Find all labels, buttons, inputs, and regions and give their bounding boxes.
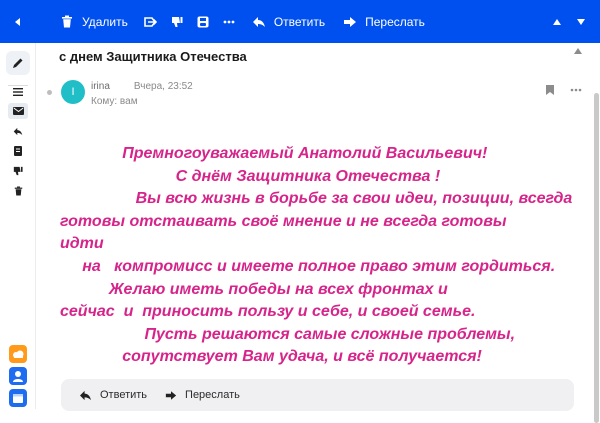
envelope-icon — [12, 107, 24, 115]
reply-arrow-icon — [250, 13, 268, 31]
reply-bar: Ответить Переслать — [61, 379, 574, 411]
toolbar-nav — [552, 0, 600, 43]
avatar[interactable]: I — [61, 80, 85, 104]
delete-label: Удалить — [82, 14, 128, 29]
arrow-up-icon — [553, 18, 561, 25]
message-date: Вчера, 23:52 — [133, 81, 193, 92]
body-line: идти — [60, 235, 104, 253]
scrollbar-thumb[interactable] — [594, 93, 599, 423]
unread-indicator[interactable] — [47, 90, 52, 95]
body-line: готовы отстаивать своё мнение и не всегд… — [60, 212, 507, 230]
rail-archive-button[interactable] — [8, 143, 28, 159]
menu-icon — [13, 88, 23, 96]
archive-button[interactable] — [194, 0, 212, 43]
reply-arrow-icon — [13, 127, 23, 135]
body-line: сопутствует Вам удача, и всё получается! — [60, 348, 482, 366]
spam-button[interactable] — [168, 0, 186, 43]
subject-actions — [574, 48, 582, 54]
recipient-line: Кому: вам — [91, 96, 138, 107]
body-line: Премногоуважаемый Анатолий Васильевич! — [60, 145, 488, 162]
message-body: Премногоуважаемый Анатолий Васильевич! С… — [60, 143, 580, 369]
sender-line: irina Вчера, 23:52 — [91, 81, 193, 92]
rail-spam-button[interactable] — [8, 163, 28, 179]
thumb-down-icon — [168, 13, 186, 31]
reply-label: Ответить — [273, 14, 326, 29]
scrollbar[interactable] — [592, 43, 600, 423]
move-button[interactable] — [142, 0, 160, 43]
more-button[interactable] — [220, 0, 238, 43]
left-rail — [0, 43, 36, 409]
forward-arrow-icon — [341, 13, 359, 31]
message-actions — [546, 85, 582, 95]
pencil-icon — [13, 58, 23, 68]
reply-bar-reply-button[interactable]: Ответить — [79, 389, 147, 401]
next-message-button[interactable] — [576, 0, 586, 43]
reply-bar-forward-label: Переслать — [185, 389, 240, 401]
document-icon — [14, 146, 22, 156]
reply-arrow-icon — [80, 390, 91, 400]
sender-name[interactable]: irina — [91, 81, 110, 92]
trash-icon — [14, 186, 22, 196]
trash-icon — [58, 13, 76, 31]
cloud-app-icon[interactable] — [9, 345, 27, 363]
chevron-icon[interactable] — [574, 48, 582, 54]
rail-delete-button[interactable] — [8, 183, 28, 199]
back-button[interactable] — [0, 0, 36, 43]
delete-button[interactable]: Удалить — [58, 0, 128, 43]
body-line: Пусть решаются самые сложные проблемы, — [60, 325, 516, 343]
body-line: Желаю иметь победы на всех фронтах и — [60, 280, 448, 298]
body-line: Вы всю жизнь в борьбе за свои идеи, пози… — [60, 190, 573, 208]
rail-reply-button[interactable] — [8, 123, 28, 139]
thumb-down-icon — [13, 166, 23, 176]
calendar-app-icon[interactable] — [9, 389, 27, 407]
prev-message-button[interactable] — [552, 0, 562, 43]
reply-bar-forward-button[interactable]: Переслать — [165, 389, 240, 401]
compose-button[interactable] — [6, 51, 30, 75]
more-dots-icon — [220, 13, 238, 31]
forward-button[interactable]: Переслать — [341, 0, 425, 43]
body-line: на компромисс и имеете полное право этим… — [60, 257, 556, 275]
forward-label: Переслать — [365, 14, 425, 29]
toolbar: Удалить Ответить Переслать — [0, 0, 600, 43]
body-line: сейчас и приносить пользу и себе, и свое… — [60, 303, 476, 321]
arrow-down-icon — [577, 18, 585, 25]
move-icon — [142, 13, 160, 31]
bookmark-icon[interactable] — [546, 85, 554, 95]
body-line: С днём Защитника Отечества ! — [60, 167, 441, 185]
forward-arrow-icon — [165, 390, 177, 400]
message-subject: с днем Защитника Отечества — [59, 49, 247, 64]
menu-button[interactable] — [8, 84, 28, 100]
contacts-app-icon[interactable] — [9, 367, 27, 385]
reply-button[interactable]: Ответить — [250, 0, 325, 43]
archive-icon — [194, 13, 212, 31]
reply-bar-reply-label: Ответить — [100, 389, 148, 401]
more-dots-icon[interactable] — [570, 88, 582, 92]
back-arrow-icon — [15, 17, 20, 26]
inbox-button[interactable] — [8, 103, 28, 119]
